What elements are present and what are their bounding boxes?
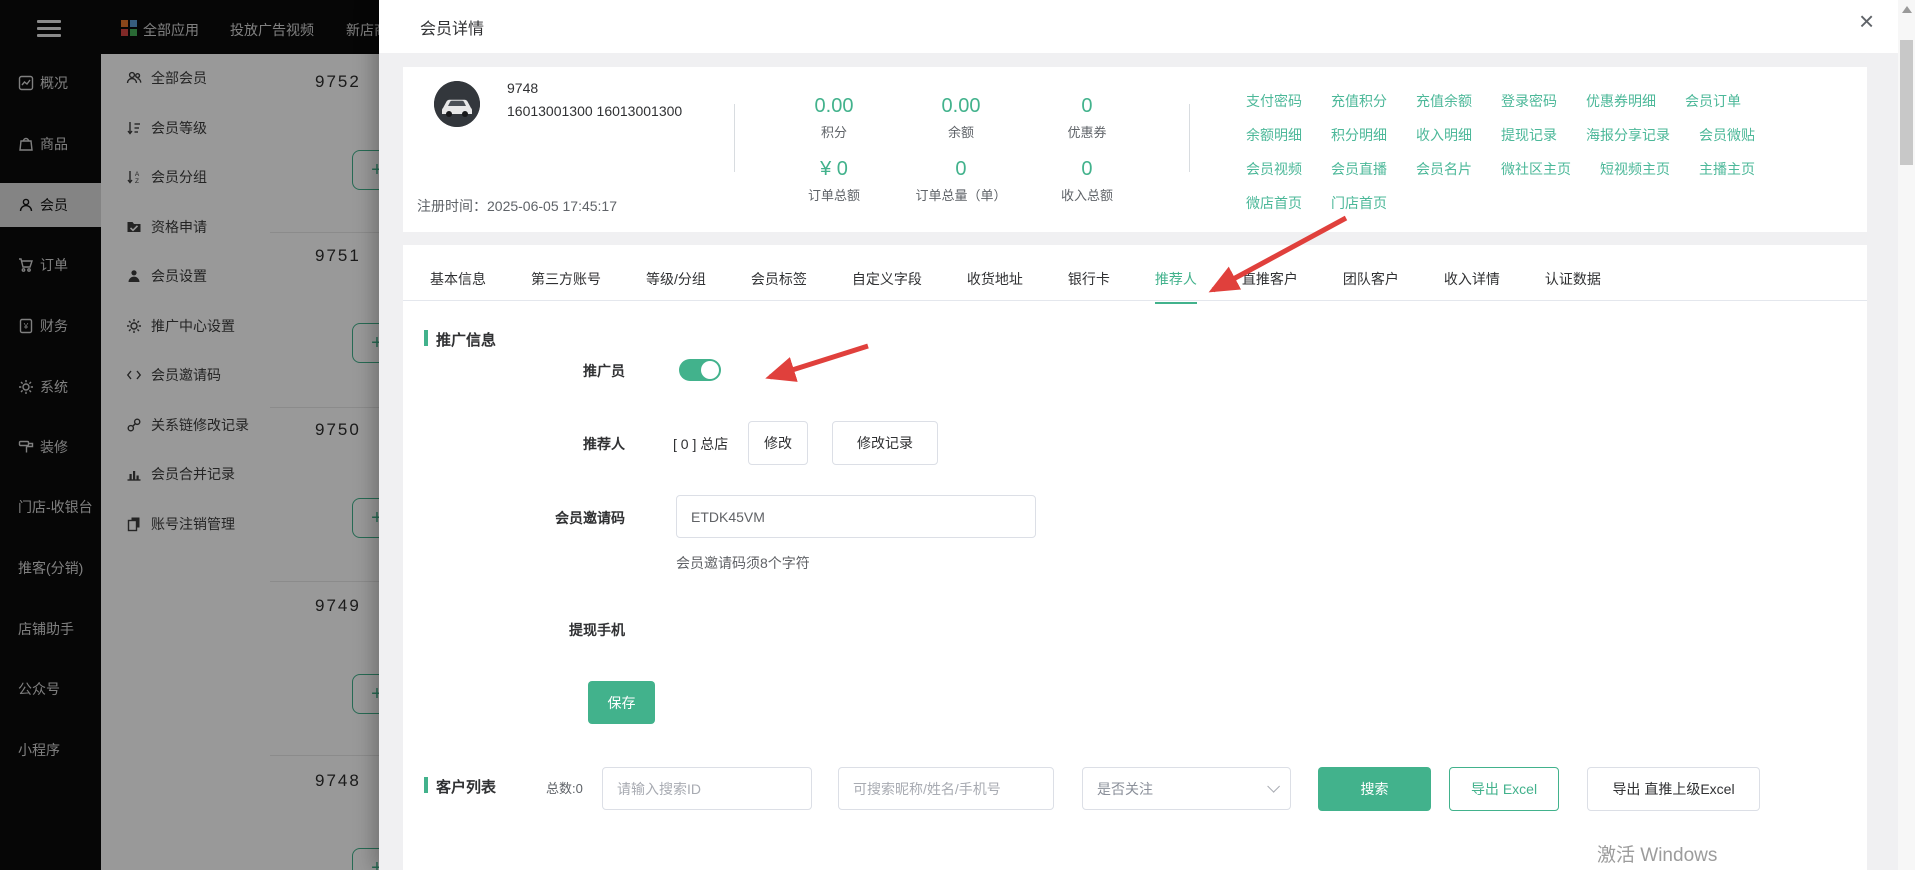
page-scrollbar[interactable] [1898,0,1915,870]
stat-coupons: 0 优惠券 [1067,95,1107,140]
link-member-card[interactable]: 会员名片 [1416,159,1472,179]
search-id-input[interactable] [602,767,812,810]
invite-code-label: 会员邀请码 [555,510,625,526]
referrer-value: [ 0 ] 总店 [673,436,729,452]
referrer-label: 推荐人 [583,436,625,452]
link-store-home[interactable]: 门店首页 [1331,193,1387,213]
search-button[interactable]: 搜索 [1318,767,1431,811]
tab-team-customers[interactable]: 团队客户 [1343,269,1399,304]
tab-referrer[interactable]: 推荐人 [1154,269,1197,304]
tab-third-party-account[interactable]: 第三方账号 [531,269,601,304]
link-withdraw-log[interactable]: 提现记录 [1501,125,1557,145]
tab-income-detail[interactable]: 收入详情 [1444,269,1500,304]
tab-auth-data[interactable]: 认证数据 [1545,269,1601,304]
link-community-home[interactable]: 微社区主页 [1501,159,1571,179]
toggle-knob [701,361,719,379]
tab-member-label[interactable]: 会员标签 [751,269,807,304]
link-poster-share-log[interactable]: 海报分享记录 [1586,125,1670,145]
link-income-detail[interactable]: 收入明细 [1416,125,1472,145]
link-short-video-home[interactable]: 短视频主页 [1600,159,1670,179]
stat-balance: 0.00 余额 [941,95,981,140]
link-recharge-points[interactable]: 充值积分 [1331,91,1387,111]
export-parent-excel-button[interactable]: 导出 直推上级Excel [1587,767,1760,811]
tab-direct-customers[interactable]: 直推客户 [1242,269,1298,304]
member-detail-drawer: 会员详情 × 9748 16013001300 16013001300 注册时间… [379,0,1915,870]
tab-shipping-address[interactable]: 收货地址 [967,269,1023,304]
stat-income-total: 0 收入总额 [1060,158,1114,203]
stat-points: 0.00 积分 [814,95,854,140]
link-pay-password[interactable]: 支付密码 [1246,91,1302,111]
drawer-title: 会员详情 [420,21,485,38]
export-excel-button[interactable]: 导出 Excel [1449,767,1559,811]
customer-list-title: 客户列表 [436,779,497,796]
chevron-down-icon [1267,780,1280,793]
member-phones: 16013001300 16013001300 [507,103,683,119]
car-avatar-icon [434,81,480,127]
modify-button[interactable]: 修改 [748,421,808,465]
tab-level-group[interactable]: 等级/分组 [646,269,706,304]
link-member-video[interactable]: 会员视频 [1246,159,1302,179]
tab-basic-info[interactable]: 基本信息 [430,269,486,304]
stat-order-count: 0 订单总量（单） [915,158,1007,203]
follow-select[interactable]: 是否关注 [1082,767,1291,810]
member-header-card: 9748 16013001300 16013001300 注册时间：2025-0… [403,67,1867,232]
link-login-password[interactable]: 登录密码 [1501,91,1557,111]
search-name-input[interactable] [838,767,1054,810]
link-recharge-balance[interactable]: 充值余额 [1416,91,1472,111]
activate-windows-watermark: 激活 Windows [1597,845,1718,866]
stat-order-amount: ¥ 0 订单总额 [807,158,861,203]
scrollbar-thumb[interactable] [1900,40,1913,165]
link-points-detail[interactable]: 积分明细 [1331,125,1387,145]
register-time: 注册时间：2025-06-05 17:45:17 [417,198,617,214]
link-member-orders[interactable]: 会员订单 [1685,91,1741,111]
quick-links: 支付密码 充值积分 充值余额 登录密码 优惠券明细 会员订单 余额明细 积分明细… [1246,84,1755,220]
customer-total: 总数:0 [546,781,583,796]
link-coupon-detail[interactable]: 优惠券明细 [1586,91,1656,111]
link-micro-shop-home[interactable]: 微店首页 [1246,193,1302,213]
divider [734,104,735,172]
tabs-divider [403,300,1867,301]
tab-bank-card[interactable]: 银行卡 [1068,269,1110,304]
section-bar [424,330,428,346]
link-anchor-home[interactable]: 主播主页 [1699,159,1755,179]
member-id: 9748 [507,80,539,96]
link-balance-detail[interactable]: 余额明细 [1246,125,1302,145]
invite-code-hint: 会员邀请码须8个字符 [676,555,810,571]
save-button[interactable]: 保存 [588,681,655,724]
close-icon[interactable]: × [1859,8,1874,34]
divider [1189,104,1190,172]
section-bar [424,777,428,793]
promoter-toggle[interactable] [679,359,721,381]
link-member-live[interactable]: 会员直播 [1331,159,1387,179]
avatar [434,81,480,127]
detail-tabs: 基本信息 第三方账号 等级/分组 会员标签 自定义字段 收货地址 银行卡 推荐人… [430,269,1601,304]
link-member-post[interactable]: 会员微贴 [1699,125,1755,145]
scroll-up-icon[interactable] [1902,6,1912,13]
promotion-section-title: 推广信息 [436,332,497,349]
invite-code-input[interactable] [676,495,1036,538]
drawer-title-bar [379,0,1898,53]
tab-custom-field[interactable]: 自定义字段 [852,269,922,304]
modify-log-button[interactable]: 修改记录 [832,421,938,465]
withdraw-phone-label: 提现手机 [569,622,625,638]
promoter-label: 推广员 [583,363,625,379]
